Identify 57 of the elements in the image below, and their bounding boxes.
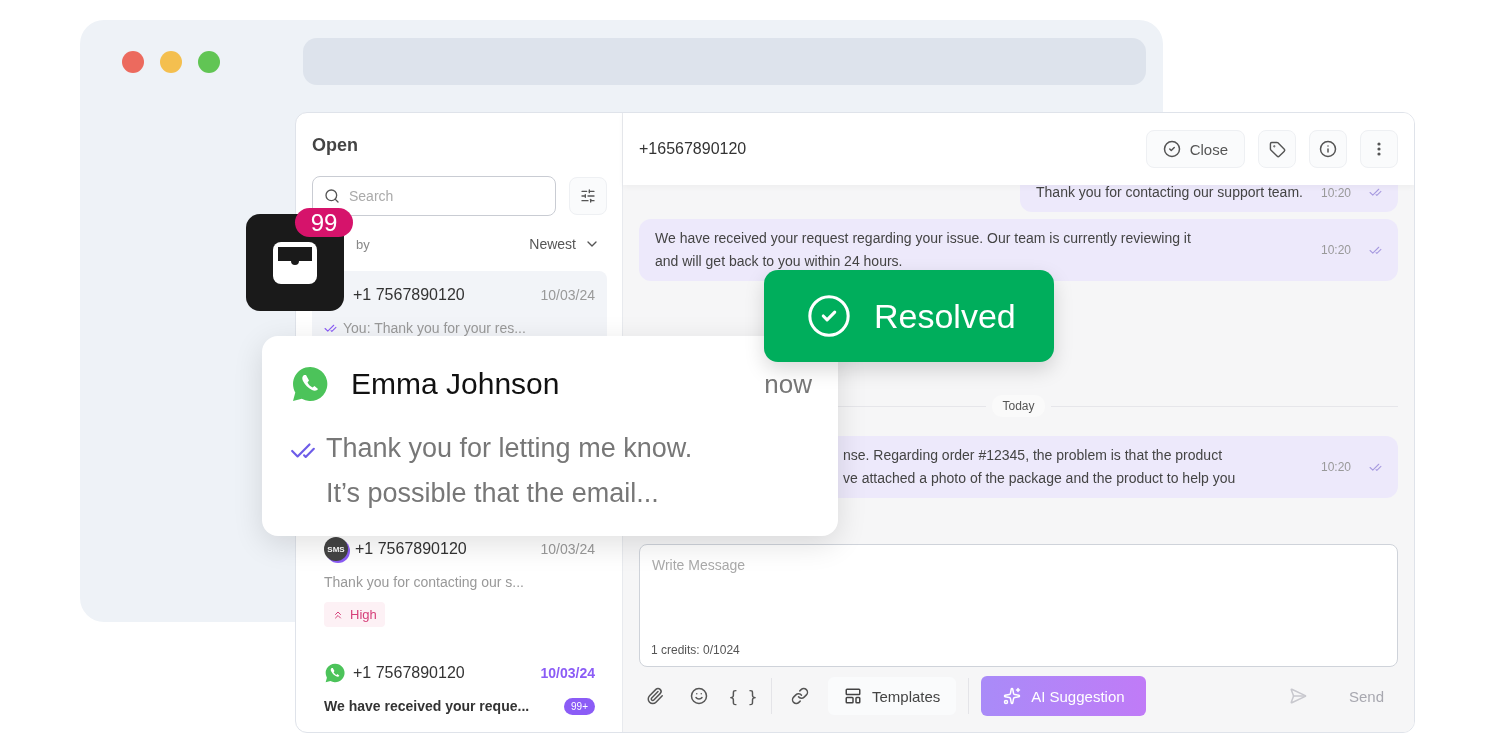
window-dot[interactable] — [122, 50, 144, 73]
sender-name: Emma Johnson — [351, 367, 561, 401]
sliders-icon — [580, 188, 596, 204]
message-text: We have received your request regarding your issue. Our team is currently reviewing it and will get back to you within 24 hours. — [655, 229, 1192, 271]
conversation-preview: We have received your reque... — [324, 698, 531, 714]
conversation-date: 10/03/24 — [540, 665, 595, 681]
message-time: 10:20 — [1320, 185, 1351, 200]
check-circle-icon — [1162, 140, 1181, 158]
check-circle-icon — [806, 293, 852, 339]
templates-button[interactable]: Templates — [828, 677, 957, 715]
window-dot[interactable] — [198, 50, 220, 73]
smiley-icon — [690, 687, 708, 705]
priority-label: High — [350, 607, 377, 622]
more-icon — [1377, 142, 1381, 156]
conversation-preview: Thank you for contacting our s... — [324, 574, 525, 590]
unread-count: 99+ — [564, 697, 595, 715]
message-time: 10:20 — [1320, 243, 1351, 257]
sort-dropdown[interactable]: Newest — [529, 236, 600, 252]
sparkles-icon — [1003, 687, 1022, 705]
message-text: nse. Regarding order #12345, the problem is that the product ve attached a photo of the package and the product to help you — [843, 446, 1237, 488]
info-button[interactable] — [1309, 130, 1347, 168]
double-check-icon — [1369, 186, 1382, 199]
window-dot[interactable] — [160, 50, 182, 73]
sort-label: by — [356, 236, 370, 252]
paperclip-icon — [646, 687, 664, 705]
whatsapp-icon — [290, 364, 330, 404]
filter-button[interactable] — [569, 177, 607, 215]
conversation-date: 10/03/24 — [540, 287, 595, 303]
contact-number: +16567890120 — [639, 140, 748, 158]
tag-button[interactable] — [1258, 130, 1296, 168]
credits-counter: 1 credits: 0/1024 — [651, 643, 740, 657]
close-button[interactable]: Close — [1145, 130, 1245, 168]
tag-icon — [1268, 140, 1286, 158]
conversation-phone: +1 7567890120 — [355, 540, 468, 558]
send-icon — [1288, 687, 1307, 705]
info-icon — [1319, 140, 1337, 158]
sms-icon: SMS — [324, 537, 348, 561]
search-icon — [324, 188, 340, 204]
message-text: Thank you for contacting our support team. — [1036, 185, 1303, 202]
notification-count: 99 — [295, 208, 353, 237]
variables-button[interactable]: { } — [727, 680, 759, 712]
conversation-phone: +1 7567890120 — [353, 286, 466, 304]
date-divider: Today — [992, 395, 1045, 417]
notification-time: now — [764, 368, 812, 400]
conversation-item[interactable]: +1 7567890120 10/03/24 We have received your reque... 99+ — [312, 649, 607, 730]
link-icon — [791, 687, 809, 705]
conversation-preview: You: Thank you for your res... — [343, 320, 527, 336]
conversation-phone: +1 7567890120 — [353, 664, 466, 682]
notification-card[interactable]: Emma Johnson now Thank you for letting me know. It’s possible that the email... — [262, 336, 838, 536]
template-icon — [844, 687, 862, 705]
conversation-date: 10/03/24 — [540, 541, 595, 557]
panel-title: Open — [312, 134, 359, 157]
message-time: 10:20 — [1320, 460, 1351, 474]
toast-label: Resolved — [874, 296, 1016, 336]
inbox-app-icon[interactable] — [246, 214, 344, 311]
notification-message: Thank you for letting me know. It’s possible that the email... — [326, 432, 693, 510]
whatsapp-icon — [324, 662, 346, 684]
